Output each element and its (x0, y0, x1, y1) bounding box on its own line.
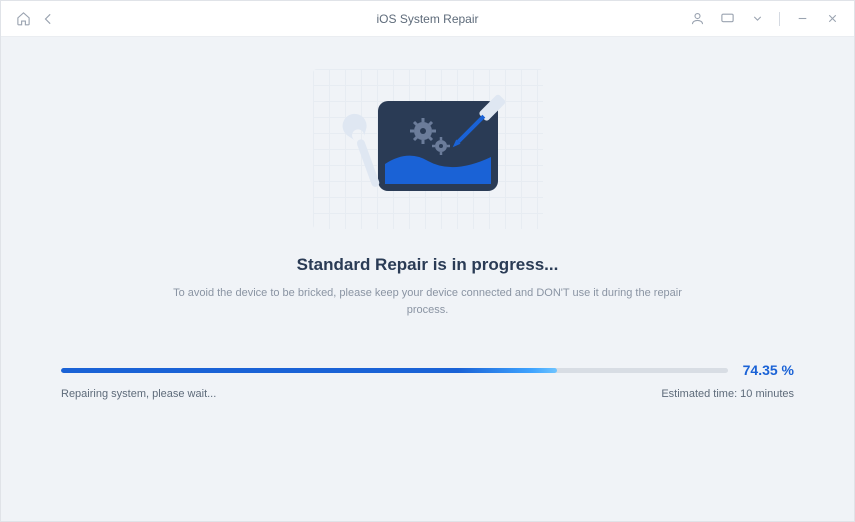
titlebar-divider (779, 12, 780, 26)
status-right: Estimated time: 10 minutes (661, 388, 794, 400)
status-left: Repairing system, please wait... (61, 388, 216, 400)
window-title: iOS System Repair (376, 12, 478, 26)
status-row: Repairing system, please wait... Estimat… (61, 388, 794, 400)
progress-heading: Standard Repair is in progress... (297, 255, 559, 275)
progress-row: 74.35 % (61, 362, 794, 378)
progress-fill (61, 368, 557, 373)
progress-subtext: To avoid the device to be bricked, pleas… (168, 285, 688, 318)
nav-right (689, 11, 840, 27)
close-icon[interactable] (824, 11, 840, 27)
progress-percent: 74.35 % (742, 362, 794, 378)
progress-bar (61, 368, 728, 373)
repair-illustration (313, 69, 543, 229)
minimize-icon[interactable] (794, 11, 810, 27)
titlebar: iOS System Repair (1, 1, 854, 37)
user-icon[interactable] (689, 11, 705, 27)
feedback-icon[interactable] (719, 11, 735, 27)
home-icon[interactable] (15, 11, 31, 27)
chevron-down-icon[interactable] (749, 11, 765, 27)
app-window: iOS System Repair (0, 0, 855, 522)
nav-left (15, 11, 57, 27)
main-content: Standard Repair is in progress... To avo… (1, 37, 854, 521)
device-repair-icon (323, 79, 533, 219)
back-icon[interactable] (41, 11, 57, 27)
